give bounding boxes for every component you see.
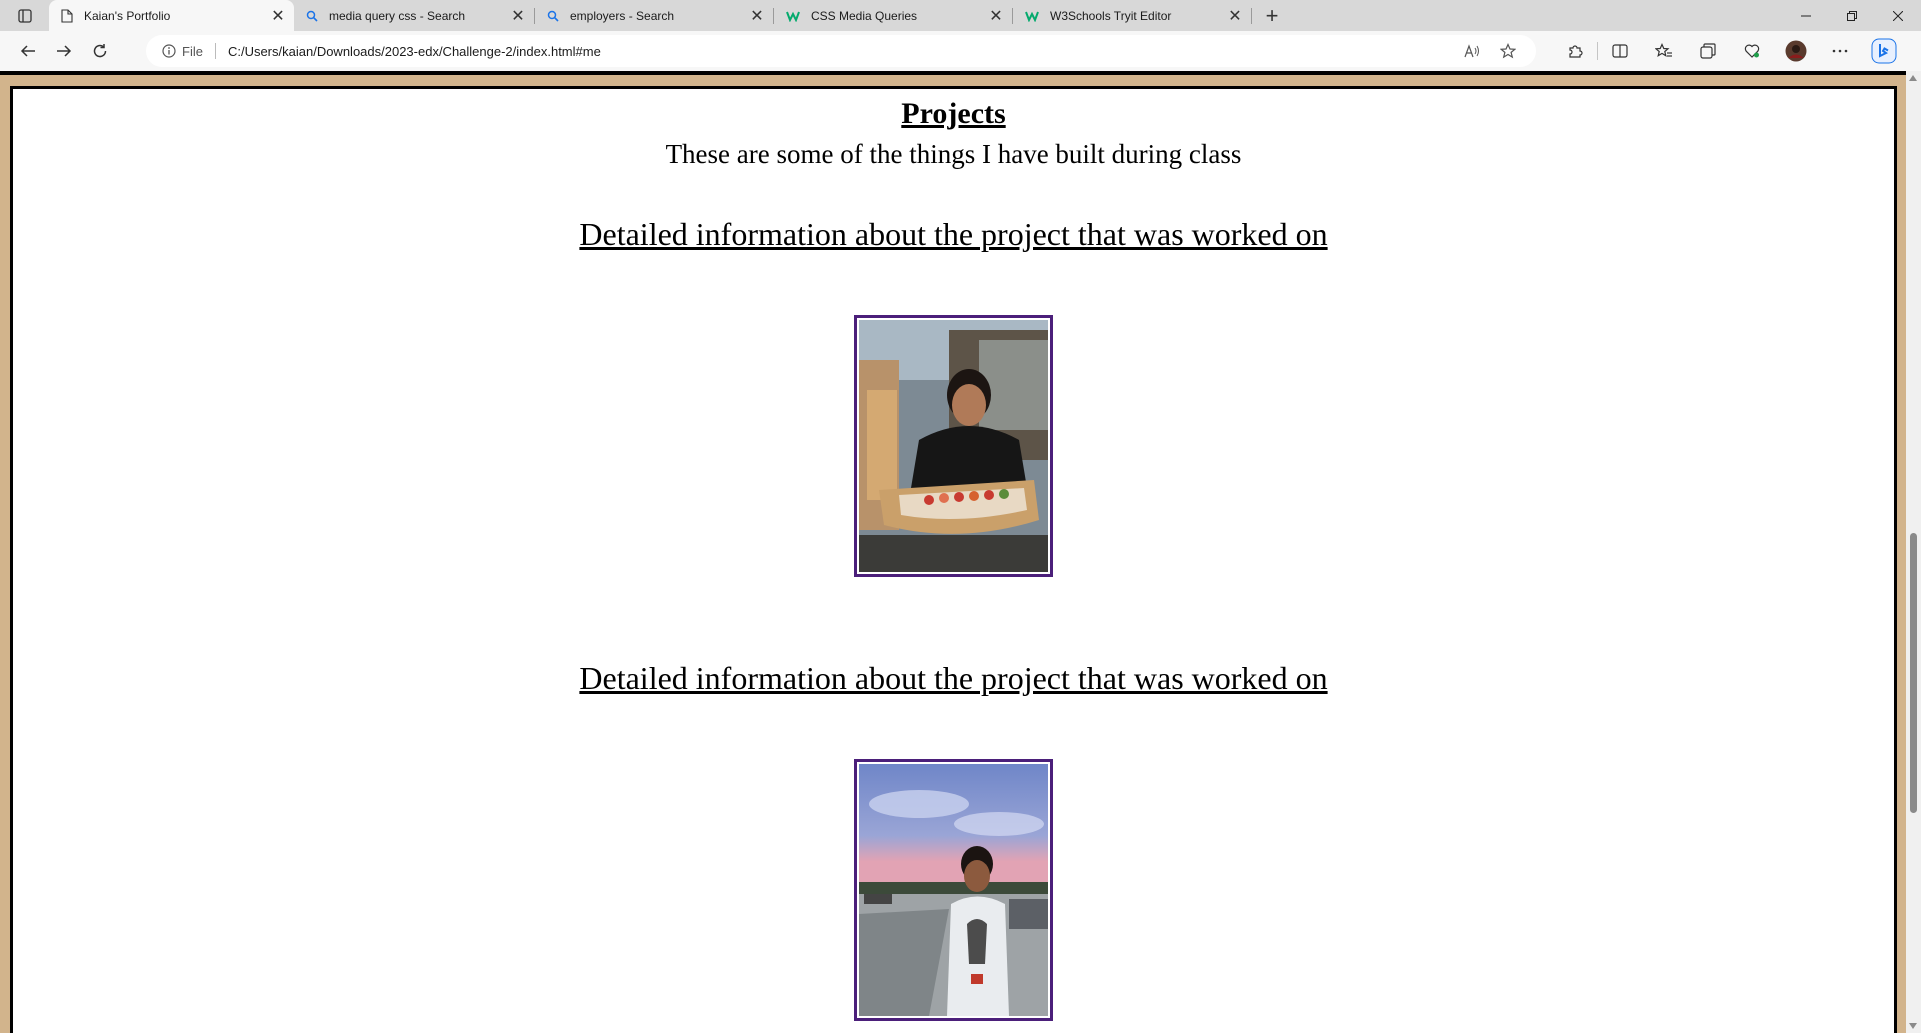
read-aloud-button[interactable]	[1454, 35, 1490, 67]
favorites-button[interactable]	[1642, 35, 1686, 67]
forward-arrow-icon	[57, 45, 72, 57]
tab-separator	[1251, 7, 1252, 24]
browser-essentials-button[interactable]	[1730, 35, 1774, 67]
search-icon	[306, 10, 318, 22]
page-icon	[61, 8, 73, 23]
tab-kaians-portfolio[interactable]: Kaian's Portfolio ✕	[49, 0, 294, 31]
tab-title: media query css - Search	[329, 8, 466, 23]
star-icon	[1500, 43, 1516, 59]
tab-w3schools-tryit-editor[interactable]: W3Schools Tryit Editor ✕	[1013, 0, 1251, 31]
w3schools-icon	[786, 11, 800, 22]
vertical-scrollbar[interactable]	[1906, 71, 1921, 1033]
new-tab-button[interactable]: +	[1256, 0, 1288, 31]
info-icon	[162, 44, 176, 58]
project-heading[interactable]: Detailed information about the project t…	[13, 660, 1894, 697]
collections-button[interactable]	[1686, 35, 1730, 67]
page-viewport: Projects These are some of the things I …	[0, 71, 1906, 1033]
url-text[interactable]: C:/Users/kaian/Downloads/2023-edx/Challe…	[228, 44, 601, 59]
back-arrow-icon	[20, 45, 35, 57]
tab-actions-button[interactable]	[0, 0, 49, 31]
tab-title: employers - Search	[570, 8, 675, 23]
close-window-button[interactable]	[1875, 0, 1921, 31]
toolbar-right	[1553, 35, 1906, 67]
site-info-label: File	[182, 43, 203, 59]
add-favorite-button[interactable]	[1490, 35, 1526, 67]
bing-copilot-button[interactable]	[1862, 35, 1906, 67]
search-icon	[547, 10, 559, 22]
site-info-button[interactable]: File	[162, 44, 203, 59]
address-bar[interactable]: File C:/Users/kaian/Downloads/2023-edx/C…	[146, 35, 1536, 67]
more-options-icon	[1832, 49, 1848, 53]
read-aloud-icon	[1464, 44, 1479, 58]
avatar	[1785, 40, 1807, 62]
projects-section: Projects These are some of the things I …	[10, 86, 1897, 1033]
refresh-icon	[93, 44, 107, 58]
close-tab-icon[interactable]: ✕	[506, 4, 530, 28]
close-icon	[1893, 10, 1903, 21]
favorites-icon	[1655, 43, 1672, 57]
tab-employers-search[interactable]: employers - Search ✕	[535, 0, 773, 31]
restore-icon	[1847, 10, 1857, 21]
settings-and-more-button[interactable]	[1818, 35, 1862, 67]
project-card: Detailed information about the project t…	[13, 660, 1894, 1026]
split-screen-button[interactable]	[1598, 35, 1642, 67]
puzzle-icon	[1569, 45, 1583, 58]
refresh-button[interactable]	[82, 35, 118, 67]
tab-title: W3Schools Tryit Editor	[1050, 8, 1172, 23]
restore-button[interactable]	[1829, 0, 1875, 31]
tab-strip: Kaian's Portfolio ✕ media query css - Se…	[0, 0, 1921, 31]
person-at-sunset-street-photo	[859, 764, 1048, 1016]
heart-pulse-icon	[1744, 44, 1760, 58]
tab-css-media-queries[interactable]: CSS Media Queries ✕	[774, 0, 1012, 31]
back-button[interactable]	[10, 35, 46, 67]
project-heading[interactable]: Detailed information about the project t…	[13, 216, 1894, 253]
address-divider	[214, 43, 216, 59]
minimize-button[interactable]	[1783, 0, 1829, 31]
extensions-button[interactable]	[1553, 35, 1597, 67]
close-tab-icon[interactable]: ✕	[1223, 4, 1247, 28]
minimize-icon	[1801, 15, 1811, 16]
browser-toolbar: File C:/Users/kaian/Downloads/2023-edx/C…	[0, 31, 1921, 71]
project-image[interactable]	[854, 759, 1053, 1021]
project-card: Detailed information about the project t…	[13, 216, 1894, 582]
tab-actions-icon	[17, 8, 32, 23]
close-tab-icon[interactable]: ✕	[266, 4, 290, 28]
address-actions	[1454, 35, 1526, 67]
scroll-up-arrow-icon[interactable]	[1909, 75, 1917, 81]
close-tab-icon[interactable]: ✕	[745, 4, 769, 28]
tab-media-query-search[interactable]: media query css - Search ✕	[294, 0, 534, 31]
section-intro: These are some of the things I have buil…	[665, 139, 1242, 169]
close-tab-icon[interactable]: ✕	[984, 4, 1008, 28]
scroll-down-arrow-icon[interactable]	[1909, 1023, 1917, 1029]
tab-title: CSS Media Queries	[811, 8, 918, 23]
w3schools-icon	[1025, 11, 1039, 22]
collections-icon	[1700, 43, 1716, 59]
window-controls	[1783, 0, 1921, 31]
tab-title: Kaian's Portfolio	[84, 8, 171, 23]
split-screen-icon	[1612, 44, 1628, 58]
person-with-sushi-boat-photo	[859, 320, 1048, 572]
section-title: Projects	[901, 97, 1006, 130]
bing-icon	[1871, 38, 1897, 64]
header-border	[0, 71, 1906, 75]
forward-button[interactable]	[46, 35, 82, 67]
profile-button[interactable]	[1774, 35, 1818, 67]
project-image[interactable]	[854, 315, 1053, 577]
scrollbar-thumb[interactable]	[1910, 533, 1917, 813]
